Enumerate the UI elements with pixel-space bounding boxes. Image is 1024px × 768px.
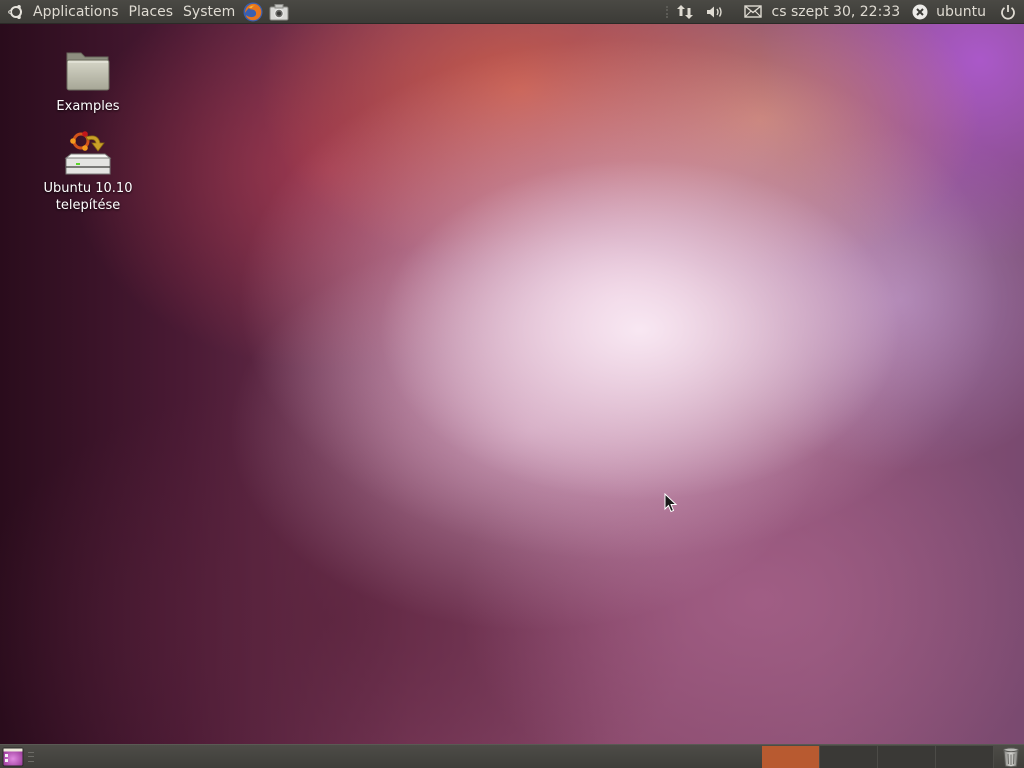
volume-icon xyxy=(706,6,722,17)
desktop-wallpaper[interactable] xyxy=(0,0,1024,768)
desktop-icon-label-line2: telepítése xyxy=(55,198,121,213)
installer-icon xyxy=(62,128,114,178)
menu-places[interactable]: Places xyxy=(124,0,179,24)
desktop-icon-label-line1: Ubuntu 10.10 xyxy=(43,181,133,196)
network-indicator[interactable] xyxy=(670,0,700,24)
folder-icon xyxy=(62,46,114,96)
workspace-3[interactable] xyxy=(878,746,936,768)
workspace-1[interactable] xyxy=(762,746,820,768)
ubuntu-logo-icon[interactable] xyxy=(4,0,28,24)
volume-indicator[interactable] xyxy=(700,0,730,24)
clock[interactable]: cs szept 30, 22:33 xyxy=(768,4,907,20)
screenshot-launcher[interactable] xyxy=(266,0,292,24)
camera-icon xyxy=(269,3,289,20)
power-icon xyxy=(1001,4,1015,19)
trash-icon xyxy=(1003,747,1019,768)
menu-system[interactable]: System xyxy=(178,0,240,24)
panel-left: Applications Places System xyxy=(0,0,292,24)
firefox-icon xyxy=(243,2,263,21)
user-status-icon xyxy=(912,4,928,19)
username[interactable]: ubuntu xyxy=(932,4,994,20)
panel-right: cs szept 30, 22:33 ubuntu xyxy=(664,0,1024,24)
desktop-icon-label: Examples xyxy=(56,99,120,114)
desktop-icon-examples[interactable]: Examples xyxy=(38,46,138,115)
bottom-panel xyxy=(0,744,1024,768)
session-menu[interactable] xyxy=(994,0,1024,24)
mouse-cursor-icon xyxy=(664,493,678,513)
show-desktop-icon xyxy=(2,747,24,766)
workspace-4[interactable] xyxy=(936,746,994,768)
panel-grip[interactable] xyxy=(28,751,34,762)
desktop-icon-installer[interactable]: Ubuntu 10.10 telepítése xyxy=(38,128,138,214)
show-desktop-button[interactable] xyxy=(1,745,25,768)
firefox-launcher[interactable] xyxy=(240,0,266,24)
network-updown-icon xyxy=(676,4,693,19)
user-status-indicator[interactable] xyxy=(906,0,932,24)
envelope-icon xyxy=(743,5,762,18)
messaging-indicator[interactable] xyxy=(730,0,768,24)
top-panel: Applications Places System cs szept 30, … xyxy=(0,0,1024,24)
menu-applications[interactable]: Applications xyxy=(28,0,124,24)
workspace-2[interactable] xyxy=(820,746,878,768)
workspace-switcher xyxy=(762,746,994,768)
trash-button[interactable] xyxy=(1000,745,1022,768)
